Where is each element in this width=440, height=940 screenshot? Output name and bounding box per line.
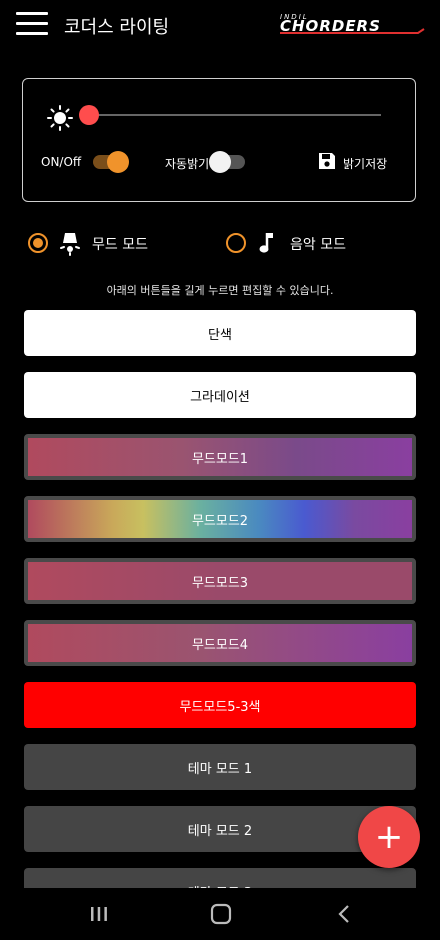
mood-mode-label: 무드 모드 [92,237,148,253]
plus-icon: + [374,817,404,857]
system-nav-bar [0,888,440,940]
menu-icon[interactable] [16,12,48,36]
solid-color-button[interactable]: 단색 [24,310,416,356]
lamp-icon [60,233,80,256]
mood-mode-radio[interactable] [28,233,48,253]
floppy-disk-icon[interactable] [317,151,337,171]
brightness-panel: ON/Off 자동밝기 밝기저장 [22,78,416,202]
mood-mode-2-button[interactable]: 무드모드2 [24,496,416,542]
chorders-logo: INDIL CHORDERS [280,13,425,35]
brightness-slider-thumb[interactable] [79,105,99,125]
auto-brightness-label: 자동밝기 [165,157,210,171]
home-icon[interactable] [206,900,236,928]
music-mode-radio[interactable] [226,233,246,253]
onoff-label: ON/Off [41,155,82,169]
onoff-toggle[interactable] [93,151,129,173]
mood-mode-5-button[interactable]: 무드모드5-3색 [24,682,416,728]
sun-icon [47,105,73,131]
top-app-bar: 코더스 라이팅 INDIL CHORDERS [0,0,440,50]
auto-brightness-toggle[interactable] [209,151,245,173]
music-mode-option[interactable]: 음악 모드 [226,230,356,256]
mood-mode-3-button[interactable]: 무드모드3 [24,558,416,604]
back-icon[interactable] [330,900,360,928]
mood-mode-1-button[interactable]: 무드모드1 [24,434,416,480]
app-title: 코더스 라이팅 [64,17,170,38]
music-note-icon [259,233,273,253]
recents-icon[interactable] [84,900,114,928]
mood-mode-option[interactable]: 무드 모드 [28,230,188,256]
onoff-toggle-knob [107,151,129,173]
radio-selected-dot [33,238,43,248]
gradient-button[interactable]: 그라데이션 [24,372,416,418]
mood-mode-4-button[interactable]: 무드모드4 [24,620,416,666]
brightness-slider-track[interactable] [93,114,381,116]
edit-hint-text: 아래의 버튼들을 길게 누르면 편집할 수 있습니다. [106,284,334,297]
theme-mode-1-button[interactable]: 테마 모드 1 [24,744,416,790]
save-brightness-label[interactable]: 밝기저장 [343,155,387,172]
add-button[interactable]: + [358,806,420,868]
auto-brightness-toggle-knob [209,151,231,173]
svg-text:CHORDERS: CHORDERS [280,17,381,35]
music-mode-label: 음악 모드 [290,237,346,253]
